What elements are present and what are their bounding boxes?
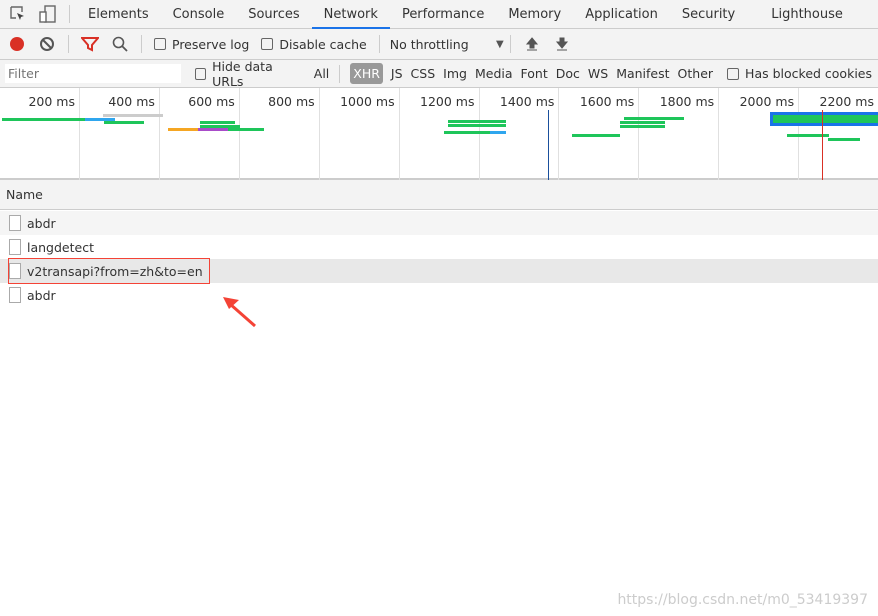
search-icon[interactable] (108, 32, 132, 56)
tab-memory[interactable]: Memory (496, 0, 573, 29)
highlight-box (8, 258, 210, 284)
divider (339, 64, 341, 83)
overview-request-bar (2, 118, 87, 121)
has-blocked-cookies-label: Has blocked cookies (745, 66, 872, 81)
overview-request-bar (773, 115, 878, 123)
overview-request-bar (228, 128, 264, 131)
type-filter-other[interactable]: Other (678, 66, 714, 81)
preserve-log-checkbox[interactable]: Preserve log (154, 37, 249, 52)
request-row[interactable]: abdr (0, 211, 878, 235)
load-event-marker (548, 110, 549, 180)
overview-request-bar (104, 121, 144, 124)
import-har-icon[interactable] (520, 32, 544, 56)
divider (378, 35, 380, 53)
divider (141, 35, 142, 53)
filter-icon[interactable] (78, 32, 102, 56)
overview-request-bar (828, 138, 860, 141)
arrow-annotation-icon (223, 297, 256, 328)
type-filter-xhr[interactable]: XHR (350, 63, 383, 84)
overview-request-bar (490, 131, 506, 134)
overview-request-bar (200, 121, 235, 124)
disable-cache-checkbox[interactable]: Disable cache (261, 36, 367, 52)
tab-application[interactable]: Application (573, 0, 670, 29)
record-button[interactable] (5, 32, 29, 56)
time-tick-label: 400 ms (108, 94, 155, 109)
tab-elements[interactable]: Elements (76, 0, 161, 29)
disable-cache-label: Disable cache (279, 36, 367, 52)
hide-data-urls-checkbox[interactable]: Hide data URLs (194, 58, 304, 89)
tab-lighthouse[interactable]: Lighthouse (759, 0, 855, 29)
divider (68, 35, 69, 53)
type-filter-manifest[interactable]: Manifest (616, 66, 669, 81)
overview-request-bar (620, 125, 665, 128)
type-filter-js[interactable]: JS (391, 66, 403, 81)
throttling-select[interactable]: No throttling ▼ (386, 37, 504, 52)
overview-request-bar (620, 121, 665, 124)
time-tick-label: 2000 ms (739, 94, 795, 109)
divider (509, 35, 511, 53)
time-tick-label: 1400 ms (499, 94, 555, 109)
divider (69, 5, 70, 23)
overview-request-bar (448, 120, 506, 123)
request-name: langdetect (27, 239, 94, 255)
network-overview-timeline[interactable]: 200 ms 400 ms 600 ms 800 ms 1000 ms 1200 ms 14… (0, 88, 878, 180)
request-row[interactable]: langdetect (0, 235, 878, 259)
load-event-marker (822, 110, 823, 180)
type-filter-img[interactable]: Img (443, 66, 467, 81)
request-name: abdr (27, 215, 56, 231)
throttling-value: No throttling (389, 36, 469, 52)
export-har-icon[interactable] (550, 32, 574, 56)
time-tick-label: 1000 ms (340, 94, 395, 109)
overview-request-bar (624, 117, 684, 120)
time-tick-label: 600 ms (188, 94, 235, 109)
watermark: https://blog.csdn.net/m0_53419397 (617, 592, 868, 608)
request-row[interactable]: abdr (0, 283, 878, 307)
type-filter-font[interactable]: Font (521, 66, 548, 81)
has-blocked-cookies-checkbox[interactable]: Has blocked cookies (727, 66, 872, 81)
tab-sources[interactable]: Sources (236, 0, 311, 29)
overview-request-bar (572, 134, 620, 137)
filter-bar: Hide data URLs All XHR JS CSS Img Media Font Do… (0, 58, 878, 89)
type-filter-ws[interactable]: WS (588, 66, 608, 81)
time-tick-label: 1600 ms (579, 94, 635, 109)
time-tick-label: 1800 ms (659, 94, 715, 109)
overview-request-bar (198, 128, 228, 131)
type-filter-css[interactable]: CSS (411, 66, 436, 81)
name-column-header[interactable]: Name (0, 180, 878, 210)
hide-data-urls-label: Hide data URLs (212, 58, 273, 89)
type-filter-doc[interactable]: Doc (556, 66, 580, 81)
dropdown-arrow-icon: ▼ (496, 38, 504, 50)
devtools-tab-bar: Elements Console Sources Network Performance… (0, 0, 878, 29)
document-icon (9, 215, 21, 231)
column-label: Name (6, 187, 43, 202)
filter-input[interactable] (5, 64, 181, 83)
tab-performance[interactable]: Performance (390, 0, 496, 29)
type-filter-all[interactable]: All (314, 66, 330, 81)
inspect-element-icon[interactable] (6, 2, 30, 26)
time-tick-label: 1200 ms (420, 94, 475, 109)
preserve-log-label: Preserve log (172, 36, 250, 52)
request-name: abdr (27, 287, 56, 303)
time-tick-label: 800 ms (268, 94, 315, 109)
device-toolbar-icon[interactable] (36, 2, 60, 26)
overview-request-bar (448, 124, 506, 127)
document-icon (9, 239, 21, 255)
time-tick-label: 2200 ms (819, 94, 874, 109)
overview-request-bar (168, 128, 198, 131)
tab-network[interactable]: Network (311, 0, 390, 29)
document-icon (9, 287, 21, 303)
network-toolbar: Preserve log Disable cache No throttling… (0, 29, 878, 60)
overview-request-bar (103, 114, 163, 117)
type-filter-media[interactable]: Media (475, 66, 513, 81)
tab-security[interactable]: Security (670, 0, 747, 29)
clear-icon[interactable] (35, 32, 59, 56)
time-tick-label: 200 ms (28, 94, 75, 109)
tab-console[interactable]: Console (161, 0, 237, 29)
